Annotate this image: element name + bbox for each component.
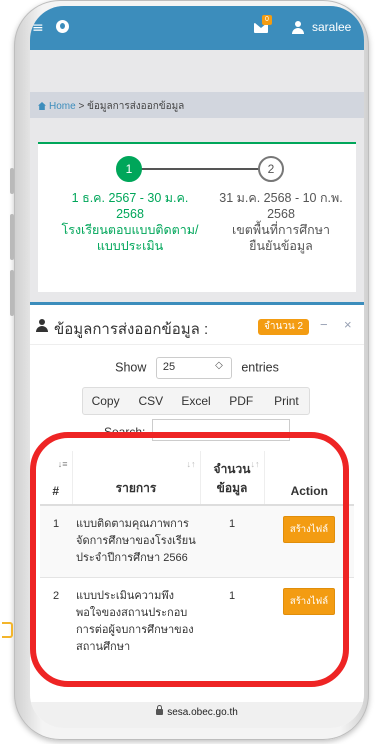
pdf-button[interactable]: PDF xyxy=(219,388,264,414)
globe-icon[interactable] xyxy=(56,20,69,33)
side-tab-marker xyxy=(2,622,13,638)
process-stepper: 1 2 1 ธ.ค. 2567 - 30 ม.ค. 2568 โรงเรียนต… xyxy=(38,142,356,292)
page-length-value: 25 xyxy=(162,361,176,373)
step-1-title-cont: แบบประเมิน xyxy=(96,239,164,253)
breadcrumb: Home > ข้อมูลการส่งออกข้อมูล xyxy=(30,92,364,118)
box-header: ข้อมูลการส่งออกข้อมูล : จำนวน 2 − × xyxy=(30,305,364,345)
page-length-control: Show 25 ◇ entries xyxy=(30,357,364,379)
csv-button[interactable]: CSV xyxy=(128,388,173,414)
step-1-date-year: 2568 xyxy=(116,207,144,221)
breadcrumb-home-link[interactable]: Home xyxy=(49,101,76,112)
breadcrumb-separator: > xyxy=(78,101,85,112)
step-2-date-year: 2568 xyxy=(267,207,295,221)
stepper-connector xyxy=(132,168,268,170)
home-icon[interactable] xyxy=(38,102,46,110)
step-2-text: 31 ม.ค. 2568 - 10 ก.พ. 2568 เขตพื้นที่กา… xyxy=(206,190,356,254)
menu-icon[interactable]: ≡ xyxy=(32,21,44,35)
step-1-text: 1 ธ.ค. 2567 - 30 ม.ค. 2568 โรงเรียนตอบแบ… xyxy=(38,190,222,254)
mute-switch xyxy=(10,168,14,194)
print-button[interactable]: Print xyxy=(264,388,309,414)
notification-badge: 0 xyxy=(262,15,272,25)
step-2-title-cont: ยืนยันข้อมูล xyxy=(249,239,313,253)
volume-up-button xyxy=(10,214,14,260)
export-button-group: Copy CSV Excel PDF Print xyxy=(82,387,310,415)
select-arrows-icon: ◇ xyxy=(215,360,223,371)
show-label: Show xyxy=(115,360,147,375)
step-2-title: เขตพื้นที่การศึกษา xyxy=(231,223,331,237)
lock-icon xyxy=(156,705,164,715)
entries-label: entries xyxy=(241,360,279,375)
step-2-date: 31 ม.ค. 2568 - 10 ก.พ. xyxy=(219,191,343,205)
close-button[interactable]: × xyxy=(344,317,352,332)
box-title: ข้อมูลการส่งออกข้อมูล : xyxy=(54,321,209,338)
browser-url-bar[interactable]: sesa.obec.go.th xyxy=(30,702,364,728)
username-label[interactable]: saralee xyxy=(312,20,351,34)
breadcrumb-current: ข้อมูลการส่งออกข้อมูล xyxy=(87,101,185,112)
step-2-circle: 2 xyxy=(258,156,284,182)
user-icon xyxy=(36,319,48,332)
step-1-date: 1 ธ.ค. 2567 - 30 ม.ค. xyxy=(71,191,189,205)
step-1-title: โรงเรียนตอบแบบติดตาม/ xyxy=(61,223,199,237)
collapse-button[interactable]: − xyxy=(320,317,328,332)
device-screenshot: ≡ 0 saralee Home > ข้อมูลการส่งออกข้อมูล… xyxy=(0,0,379,744)
volume-down-button xyxy=(10,270,14,316)
red-highlight-annotation xyxy=(30,432,349,687)
user-icon[interactable] xyxy=(292,21,304,34)
url-text: sesa.obec.go.th xyxy=(167,707,238,718)
page-length-select[interactable]: 25 ◇ xyxy=(155,357,232,379)
step-1-circle: 1 xyxy=(116,156,142,182)
excel-button[interactable]: Excel xyxy=(173,388,218,414)
copy-button[interactable]: Copy xyxy=(83,388,128,414)
count-badge: จำนวน 2 xyxy=(258,319,310,335)
top-navbar: ≡ 0 saralee xyxy=(30,6,364,50)
